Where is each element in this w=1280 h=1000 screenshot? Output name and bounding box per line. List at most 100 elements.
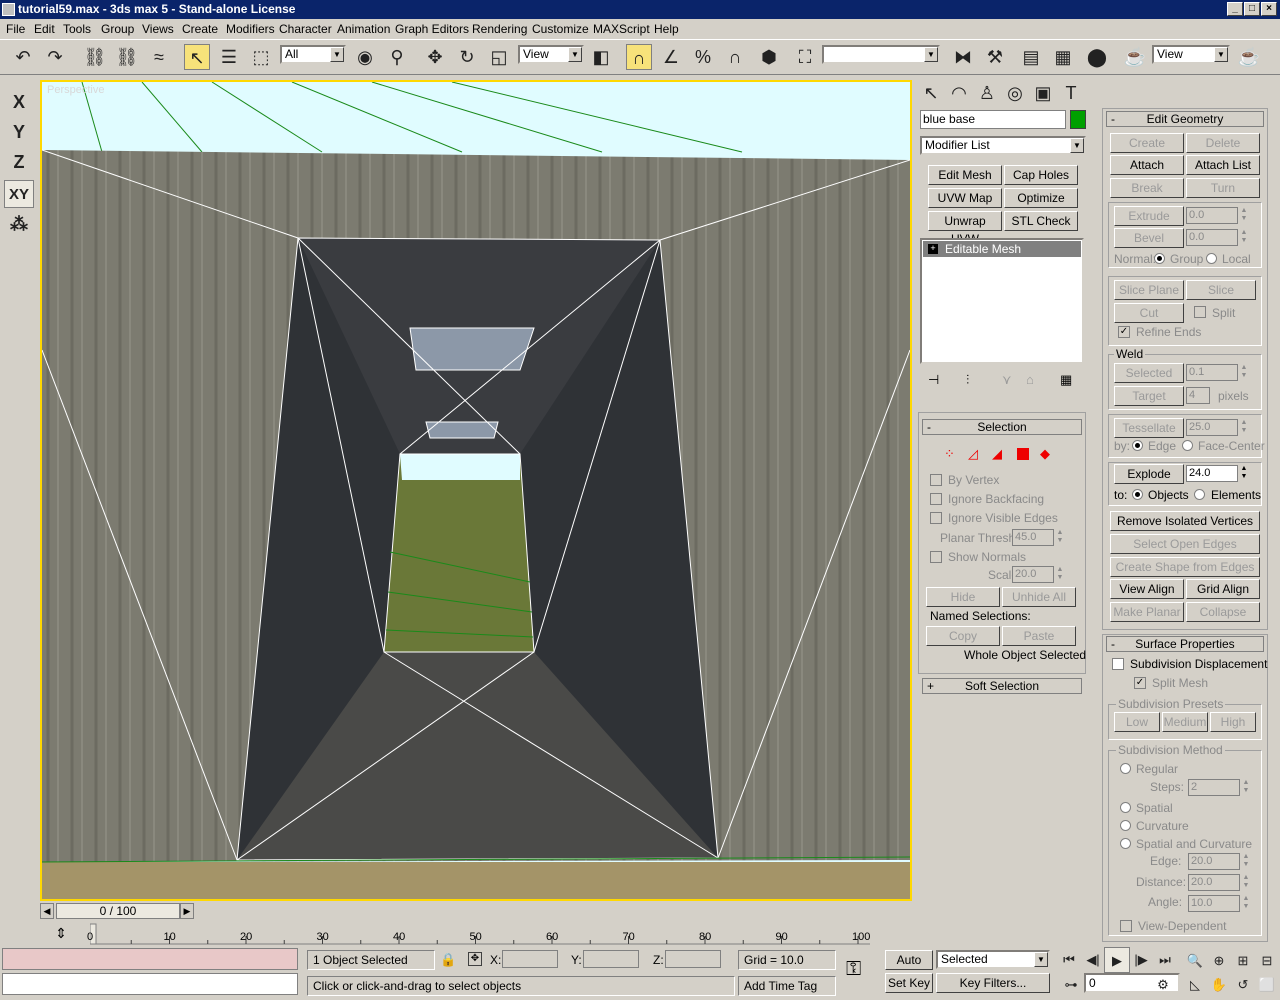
spinner-arrows-icon[interactable]: ▲ ▼ — [1239, 465, 1249, 482]
redo-icon[interactable]: ↷ — [42, 44, 68, 70]
subdivision-displacement-checkbox[interactable] — [1112, 658, 1124, 670]
select-open-edges-button[interactable]: Select Open Edges — [1110, 534, 1260, 554]
undo-icon[interactable]: ↶ — [10, 44, 36, 70]
stack-item-editable-mesh[interactable]: + Editable Mesh — [923, 241, 1081, 257]
create-tab-icon[interactable]: ↖ — [918, 80, 944, 106]
spinner-arrows-icon[interactable]: ▲ ▼ — [1239, 207, 1249, 224]
angle-snap-icon[interactable]: ∠ — [658, 44, 684, 70]
zoom-extents-icon[interactable]: ⊞ — [1230, 948, 1256, 974]
attach-list-button[interactable]: Attach List — [1186, 155, 1260, 175]
spinner-arrows-icon[interactable]: ▲ ▼ — [1241, 779, 1251, 796]
go-to-start-icon[interactable]: ⏮ — [1056, 947, 1082, 973]
create-button[interactable]: Create — [1110, 133, 1184, 153]
spinner-arrows-icon[interactable]: ▲ ▼ — [1241, 895, 1251, 912]
quick-render-icon[interactable]: ☕ — [1236, 44, 1262, 70]
attach-button[interactable]: Attach — [1110, 155, 1184, 175]
field-of-view-icon[interactable]: ◺ — [1182, 972, 1208, 998]
spinner-arrows-icon[interactable]: ▲ ▼ — [1055, 529, 1065, 546]
show-normals-checkbox[interactable] — [930, 551, 942, 563]
turn-button[interactable]: Turn — [1186, 178, 1260, 198]
weld-pixels-spinner[interactable]: 4 — [1186, 387, 1210, 404]
reference-coord-dropdown[interactable]: View ▼ — [518, 45, 584, 64]
key-mode-dropdown[interactable]: Selected ▼ — [936, 950, 1050, 969]
spinner-arrows-icon[interactable]: ▲ ▼ — [1239, 229, 1249, 246]
menu-file[interactable]: File — [6, 19, 25, 39]
minimize-button[interactable]: _ — [1227, 2, 1243, 16]
refine-ends-checkbox[interactable]: ✓ — [1118, 326, 1130, 338]
mirror-icon[interactable]: ⧓ — [950, 44, 976, 70]
slice-button[interactable]: Slice — [1186, 280, 1256, 300]
edge-spinner[interactable]: 20.0 ▲ ▼ — [1188, 853, 1249, 870]
menu-rendering[interactable]: Rendering — [472, 19, 527, 39]
scale-icon[interactable]: ◱ — [486, 44, 512, 70]
axis-x-button[interactable]: X — [4, 88, 34, 116]
y-coord-field[interactable] — [583, 950, 639, 968]
move-icon[interactable]: ✥ — [422, 44, 448, 70]
menu-graph-editors[interactable]: Graph Editors — [395, 19, 469, 39]
next-frame-icon[interactable]: |▶ — [1128, 947, 1154, 973]
zoom-icon[interactable]: 🔍 — [1182, 948, 1208, 974]
make-planar-button[interactable]: Make Planar — [1110, 602, 1184, 622]
select-paint-icon[interactable]: ◉ — [352, 44, 378, 70]
preset-high-button[interactable]: High — [1210, 712, 1256, 732]
axis-z-button[interactable]: Z — [4, 148, 34, 176]
collapse-button[interactable]: Collapse — [1186, 602, 1260, 622]
select-move-manip-icon[interactable]: ⚲ — [384, 44, 410, 70]
menu-create[interactable]: Create — [182, 19, 218, 39]
key-mode-icon[interactable]: ⚿ — [846, 958, 861, 981]
mini-curve-editor-icon[interactable]: ⇕ — [50, 924, 72, 942]
menu-group[interactable]: Group — [101, 19, 134, 39]
extrude-button[interactable]: Extrude — [1114, 206, 1184, 226]
set-key-button[interactable]: Set Key — [885, 973, 933, 993]
planar-thresh-spinner[interactable]: 45.0 ▲ ▼ — [1012, 529, 1063, 546]
menu-animation[interactable]: Animation — [337, 19, 390, 39]
viewport-label[interactable]: Perspective — [47, 84, 104, 96]
close-button[interactable]: × — [1261, 2, 1277, 16]
steps-spinner[interactable]: 2 ▲ ▼ — [1188, 779, 1249, 796]
by-vertex-checkbox[interactable] — [930, 474, 942, 486]
split-checkbox[interactable] — [1194, 306, 1206, 318]
hide-button[interactable]: Hide — [926, 587, 1000, 607]
modifier-list-dropdown[interactable]: Modifier List ▼ — [920, 136, 1086, 155]
link-icon[interactable]: ⛓ — [82, 44, 108, 70]
time-slider[interactable]: ◀ 0 / 100 ▶ — [40, 902, 912, 922]
time-slider-thumb[interactable]: 0 / 100 — [56, 903, 180, 919]
spinner-arrows-icon[interactable]: ▲ ▼ — [1055, 566, 1065, 583]
go-to-end-icon[interactable]: ⏭ — [1152, 947, 1178, 973]
menu-help[interactable]: Help — [654, 19, 679, 39]
region-select-icon[interactable]: ⬚ — [248, 44, 274, 70]
curvature-radio[interactable] — [1120, 820, 1131, 831]
add-time-tag-button[interactable]: Add Time Tag — [738, 976, 836, 996]
face-mode-icon[interactable]: ◢ — [992, 446, 1002, 462]
angle-spinner[interactable]: 10.0 ▲ ▼ — [1188, 895, 1249, 912]
track-view-icon[interactable]: ▤ — [1018, 44, 1044, 70]
play-icon[interactable]: ▶ — [1104, 947, 1130, 973]
unlink-icon[interactable]: ⛓ — [114, 44, 140, 70]
track-bar[interactable]: ⇕ 0 10 20 30 40 50 60 70 80 90 100 — [40, 922, 912, 946]
auto-key-button[interactable]: Auto Key — [885, 950, 933, 985]
pin-stack-icon[interactable]: ⊣ — [928, 372, 939, 388]
slice-plane-button[interactable]: Slice Plane — [1114, 280, 1184, 300]
select-by-name-icon[interactable]: ☰ — [216, 44, 242, 70]
unwrap-uvw-button[interactable]: Unwrap UVW — [928, 211, 1002, 246]
key-mode-toggle-icon[interactable]: ⊶ — [1058, 972, 1084, 998]
configure-sets-icon[interactable]: ▦ — [1060, 372, 1072, 388]
display-tab-icon[interactable]: ▣ — [1030, 80, 1056, 106]
explode-spinner[interactable]: 24.0 ▲ ▼ — [1186, 465, 1247, 482]
tessellate-edge-radio[interactable] — [1132, 440, 1143, 451]
stl-check-button[interactable]: STL Check — [1004, 211, 1078, 231]
split-mesh-checkbox[interactable]: ✓ — [1134, 677, 1146, 689]
snap-3d-icon[interactable]: ∩ — [626, 44, 652, 70]
explode-button[interactable]: Explode — [1114, 464, 1184, 484]
regular-radio[interactable] — [1120, 763, 1131, 774]
select-object-icon[interactable]: ↖ — [184, 44, 210, 70]
hierarchy-tab-icon[interactable]: ♙ — [974, 80, 1000, 106]
explode-elements-radio[interactable] — [1194, 489, 1205, 500]
selection-filter-dropdown[interactable]: All ▼ — [280, 45, 346, 64]
named-selection-dropdown[interactable]: ▼ — [822, 45, 940, 64]
utilities-tab-icon[interactable]: T — [1058, 80, 1084, 106]
key-filters-button[interactable]: Key Filters... — [936, 973, 1050, 993]
menu-customize[interactable]: Customize — [532, 19, 589, 39]
polygon-mode-icon[interactable] — [1017, 448, 1029, 460]
rotate-icon[interactable]: ↻ — [454, 44, 480, 70]
